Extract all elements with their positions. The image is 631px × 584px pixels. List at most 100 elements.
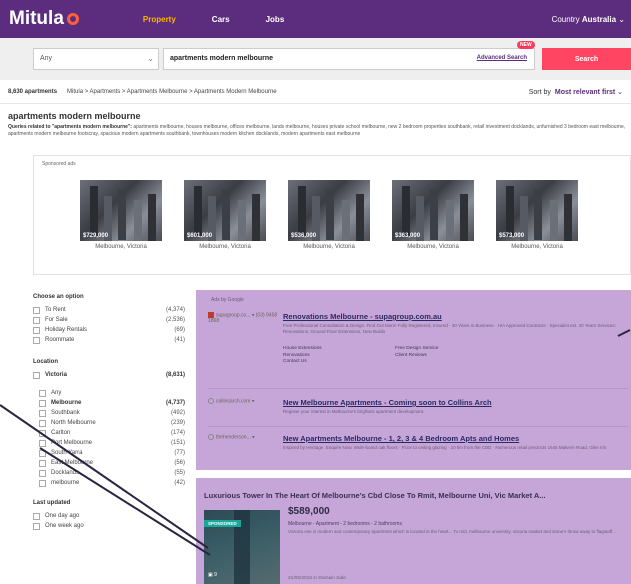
checkbox[interactable] bbox=[39, 459, 46, 467]
ad-title[interactable]: New Apartments Melbourne - 1, 2, 3 & 4 B… bbox=[283, 434, 519, 443]
checkbox[interactable] bbox=[39, 429, 46, 437]
advanced-search-link[interactable]: Advanced Search bbox=[477, 55, 527, 61]
ad-source[interactable]: thehenderson... ▾ bbox=[208, 434, 283, 440]
sponsored-card[interactable]: $536,000 Melbourne, Victoria bbox=[288, 180, 370, 250]
checkbox[interactable] bbox=[39, 389, 46, 397]
filter-option[interactable]: Melbourne (4,737) bbox=[33, 398, 185, 408]
sponsored-card[interactable]: $363,000 Melbourne, Victoria bbox=[392, 180, 474, 250]
filters-sidebar: Choose an option To Rent (4,374) For Sale… bbox=[33, 294, 185, 531]
filter-label: Carlton bbox=[51, 430, 71, 436]
property-type-select[interactable]: Any ⌄ bbox=[33, 48, 159, 70]
search-bar: Any ⌄ apartments modern melbourne Advanced… bbox=[0, 38, 631, 80]
sitelink[interactable]: Contact Us bbox=[283, 359, 395, 366]
mitula-logo[interactable]: Mitula bbox=[9, 8, 79, 30]
sponsored-card[interactable]: $729,000 Melbourne, Victoria bbox=[80, 180, 162, 250]
search-button[interactable]: Search bbox=[542, 48, 631, 70]
checkbox[interactable] bbox=[39, 439, 46, 447]
filter-option[interactable]: Docklands (55) bbox=[33, 468, 185, 478]
result-count: 8,630 apartments bbox=[8, 88, 58, 95]
filter-count: (174) bbox=[170, 430, 185, 436]
nav-property[interactable]: Property bbox=[143, 15, 176, 24]
checkbox[interactable] bbox=[39, 399, 46, 407]
ad-title[interactable]: New Melbourne Apartments - Coming soon t… bbox=[283, 398, 492, 407]
property-type-value: Any bbox=[40, 55, 53, 62]
filter-option[interactable]: Holiday Rentals (69) bbox=[33, 325, 185, 335]
filter-count: (41) bbox=[174, 337, 185, 343]
card-price: $573,000 bbox=[499, 233, 525, 239]
nav-jobs[interactable]: Jobs bbox=[266, 15, 285, 24]
filter-option[interactable]: One day ago bbox=[33, 511, 185, 521]
filter-label: South Yarra bbox=[51, 450, 83, 456]
related-queries: Queries related to "apartments modern me… bbox=[8, 124, 628, 138]
checkbox[interactable] bbox=[33, 306, 40, 314]
ad-description: Inspired by Heritage. Enquire Now. Wide-… bbox=[283, 445, 607, 450]
checkbox[interactable] bbox=[33, 371, 40, 379]
card-price: $363,000 bbox=[395, 233, 421, 239]
breadcrumb[interactable]: Mitula > Apartments > Apartments Melbour… bbox=[67, 89, 277, 95]
filter-option[interactable]: Southbank (492) bbox=[33, 408, 185, 418]
filter-label: Roommate bbox=[45, 337, 75, 343]
chevron-down-icon: ⌄ bbox=[147, 54, 154, 63]
checkbox[interactable] bbox=[39, 479, 46, 487]
filter-option[interactable]: South Yarra (77) bbox=[33, 448, 185, 458]
listing-date: 21/06/2016 in Domain Sale bbox=[288, 576, 346, 581]
filter-option[interactable]: melbourne (42) bbox=[33, 478, 185, 488]
ad-item[interactable]: thehenderson... ▾ New Apartments Melbour… bbox=[208, 434, 628, 468]
ad-item[interactable]: collinsarch.com ▾ New Melbourne Apartmen… bbox=[208, 398, 628, 423]
checkbox[interactable] bbox=[33, 336, 40, 344]
related-prefix: Queries related to "apartments modern me… bbox=[8, 124, 132, 130]
filter-option[interactable]: Carlton (174) bbox=[33, 428, 185, 438]
property-photo[interactable]: $363,000 bbox=[392, 180, 474, 241]
sponsored-card[interactable]: $601,000 Melbourne, Victoria bbox=[184, 180, 266, 250]
filter-option[interactable]: For Sale (2,536) bbox=[33, 315, 185, 325]
filter-option[interactable]: To Rent (4,374) bbox=[33, 305, 185, 315]
sort-selector[interactable]: Sort by Most relevant first ⌄ bbox=[529, 88, 623, 96]
filter-count: (8,631) bbox=[165, 372, 185, 378]
ad-source-text: thehenderson... ▾ bbox=[216, 434, 255, 441]
card-price: $601,000 bbox=[187, 233, 213, 239]
checkbox[interactable] bbox=[33, 522, 40, 530]
checkbox[interactable] bbox=[39, 409, 46, 417]
property-photo[interactable]: $573,000 bbox=[496, 180, 578, 241]
filter-option[interactable]: Any bbox=[33, 388, 185, 398]
sponsored-badge: SPONSORED bbox=[204, 520, 241, 527]
filter-count: (69) bbox=[174, 327, 185, 333]
checkbox[interactable] bbox=[39, 469, 46, 477]
nav-cars[interactable]: Cars bbox=[212, 15, 230, 24]
listing-description: Victoria one is modern and contemporary … bbox=[288, 529, 616, 534]
property-photo[interactable]: $729,000 bbox=[80, 180, 162, 241]
ad-title[interactable]: Renovations Melbourne - supagroup.com.au bbox=[283, 312, 442, 321]
listing-meta: Melbourne - Apartment - 2 bedrooms - 2 b… bbox=[288, 521, 402, 527]
checkbox[interactable] bbox=[33, 316, 40, 324]
filter-option[interactable]: Roommate (41) bbox=[33, 335, 185, 345]
filter-option[interactable]: Port Melbourne (151) bbox=[33, 438, 185, 448]
property-photo[interactable]: $536,000 bbox=[288, 180, 370, 241]
property-photo[interactable]: $601,000 bbox=[184, 180, 266, 241]
sort-label: Sort by bbox=[528, 89, 551, 96]
ad-source[interactable]: supagroup.co... ▾ (03) 9458 1868 bbox=[208, 312, 283, 324]
country-label: Country bbox=[551, 15, 580, 24]
filter-option[interactable]: North Melbourne (239) bbox=[33, 418, 185, 428]
country-selector[interactable]: Country Australia ⌄ bbox=[552, 15, 625, 24]
divider bbox=[208, 426, 628, 427]
listing-title[interactable]: Luxurious Tower In The Heart Of Melbourn… bbox=[204, 491, 546, 500]
filter-count: (4,374) bbox=[165, 307, 185, 313]
sponsored-label: Sponsored ads bbox=[42, 161, 76, 167]
ad-source[interactable]: collinsarch.com ▾ bbox=[208, 398, 283, 404]
checkbox[interactable] bbox=[33, 512, 40, 520]
checkbox[interactable] bbox=[39, 419, 46, 427]
ad-item[interactable]: supagroup.co... ▾ (03) 9458 1868 Renovat… bbox=[208, 312, 628, 382]
filter-option[interactable]: East Melbourne (56) bbox=[33, 458, 185, 468]
camera-icon: ▣ 9 bbox=[208, 572, 217, 578]
checkbox[interactable] bbox=[39, 449, 46, 457]
filter-label: One day ago bbox=[45, 513, 80, 519]
listing-card[interactable]: Luxurious Tower In The Heart Of Melbourn… bbox=[196, 478, 631, 584]
search-input[interactable]: apartments modern melbourne Advanced Sear… bbox=[163, 48, 535, 70]
filter-option[interactable]: One week ago bbox=[33, 521, 185, 531]
checkbox[interactable] bbox=[33, 326, 40, 334]
filter-option[interactable]: Victoria (8,631) bbox=[33, 370, 185, 380]
sitelink[interactable] bbox=[395, 359, 495, 366]
sponsored-card[interactable]: $573,000 Melbourne, Victoria bbox=[496, 180, 578, 250]
card-location: Melbourne, Victoria bbox=[95, 244, 147, 250]
filter-count: (239) bbox=[170, 420, 185, 426]
